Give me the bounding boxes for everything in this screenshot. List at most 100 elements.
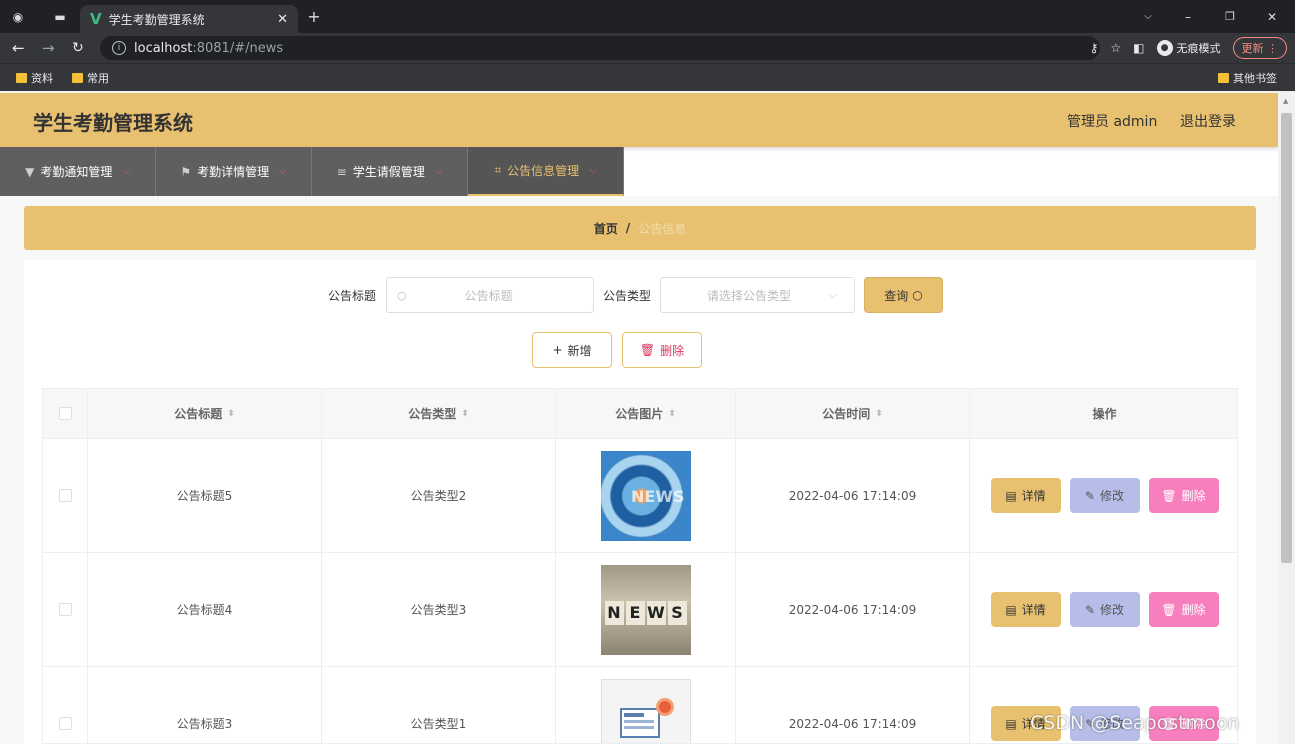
detail-button[interactable]: ▤ 详情	[990, 592, 1061, 627]
window-close-icon[interactable]: ✕	[1264, 0, 1280, 33]
back-icon[interactable]: ←	[12, 33, 25, 63]
sort-icon[interactable]: ⬍	[227, 409, 235, 419]
bookmark-label: 资料	[31, 72, 53, 85]
sidebar-icon[interactable]: ◧	[1133, 41, 1144, 55]
delete-label: 删除	[1181, 603, 1206, 617]
address-bar: ← → ↻ i localhost:8081/#/news ⚷ ☆ ◧ ● 无痕…	[0, 33, 1295, 63]
breadcrumb-separator: /	[625, 221, 631, 235]
cell-image: N E W S	[556, 553, 736, 666]
column-label: 公告类型	[408, 407, 457, 421]
delete-button[interactable]: 🗑 删除	[1148, 478, 1219, 513]
new-tab-icon[interactable]: +	[306, 0, 322, 33]
type-select-label: 公告类型	[603, 289, 652, 303]
app-title: 学生考勤管理系统	[33, 111, 193, 135]
cell-type: 公告类型1	[322, 667, 556, 743]
news-blocks-image[interactable]: N E W S	[600, 564, 691, 655]
query-button[interactable]: 查询 ○	[864, 277, 943, 313]
forward-icon[interactable]: →	[42, 33, 55, 63]
edit-button[interactable]: ✎ 修改	[1069, 478, 1140, 513]
document-icon: ▤	[1005, 602, 1017, 617]
notice-icon: ▼	[25, 164, 35, 179]
folder-icon	[1218, 73, 1229, 83]
sort-icon[interactable]: ⬍	[461, 409, 469, 419]
batch-delete-button[interactable]: 🗑 删除	[622, 332, 702, 368]
page-scrollbar[interactable]: ▲	[1278, 93, 1295, 744]
search-form: 公告标题 ○ 公告标题 公告类型 请选择公告类型 ⌵ 查询 ○	[0, 277, 1278, 313]
image-lettering: NEWS	[631, 486, 685, 506]
tab-search-icon[interactable]: ▬	[50, 0, 70, 33]
cell-title: 公告标题3	[88, 667, 322, 743]
menu-item-announcement[interactable]: ⌗ 公告信息管理 ⌵	[468, 147, 624, 196]
chevron-down-icon: ⌵	[279, 166, 287, 177]
edit-button[interactable]: ✎ 修改	[1069, 592, 1140, 627]
bookmark-folder-1[interactable]: 资料	[16, 64, 53, 92]
sort-icon[interactable]: ⬍	[875, 409, 883, 419]
restore-icon[interactable]: ❐	[1222, 0, 1238, 33]
column-label: 公告标题	[174, 407, 223, 421]
chevron-down-icon: ⌵	[122, 166, 130, 177]
column-header-type[interactable]: 公告类型 ⬍	[322, 389, 556, 438]
cell-actions: ▤ 详情 ✎ 修改 🗑 删除	[970, 553, 1237, 666]
column-header-title[interactable]: 公告标题 ⬍	[88, 389, 322, 438]
tab-close-icon[interactable]: ✕	[277, 12, 288, 27]
search-icon: ○	[912, 288, 923, 302]
pencil-icon: ✎	[1084, 488, 1096, 503]
cell-title: 公告标题4	[88, 553, 322, 666]
table-row: 公告标题4 公告类型3 N E W S 2022-04-06 17:14:09 …	[43, 553, 1237, 667]
delete-button[interactable]: 🗑 删除	[1148, 592, 1219, 627]
minimize-icon[interactable]: –	[1180, 0, 1196, 33]
flag-icon: ⚑	[180, 164, 192, 179]
folder-icon	[16, 73, 27, 83]
scrollbar-thumb[interactable]	[1281, 113, 1292, 563]
bookmark-folder-2[interactable]: 常用	[72, 64, 109, 92]
chevron-down-icon: ⌵	[589, 165, 597, 176]
news-illustration-image[interactable]	[600, 678, 691, 743]
add-button[interactable]: + 新增	[532, 332, 612, 368]
column-label: 公告图片	[615, 407, 664, 421]
row-checkbox[interactable]	[58, 603, 72, 616]
menu-item-attendance-detail[interactable]: ⚑ 考勤详情管理 ⌵	[156, 147, 312, 196]
scroll-up-icon[interactable]: ▲	[1283, 97, 1288, 105]
row-checkbox[interactable]	[58, 489, 72, 502]
column-header-image[interactable]: 公告图片 ⬍	[556, 389, 736, 438]
title-search-label: 公告标题	[328, 289, 377, 303]
chevron-down-icon: ⌵	[434, 166, 443, 177]
incognito-indicator[interactable]: ● 无痕模式	[1156, 40, 1221, 56]
column-label: 公告时间	[822, 407, 871, 421]
bookmark-label: 常用	[87, 72, 109, 85]
cell-actions: ▤ 详情 ✎ 修改 🗑 删除	[970, 439, 1237, 552]
bookmark-star-icon[interactable]: ☆	[1110, 41, 1121, 55]
site-info-icon[interactable]: i	[112, 41, 126, 55]
row-checkbox[interactable]	[58, 717, 72, 730]
select-all-cell	[43, 389, 88, 438]
browser-tab[interactable]: V 学生考勤管理系统 ✕	[80, 5, 298, 33]
type-select[interactable]: 请选择公告类型 ⌵	[660, 277, 855, 313]
browser-menu-icon[interactable]: ◉	[8, 0, 28, 33]
update-button[interactable]: 更新 ⋮	[1232, 37, 1287, 59]
other-bookmarks[interactable]: 其他书签	[1218, 64, 1277, 92]
column-label: 操作	[1092, 407, 1117, 421]
url-field[interactable]: i localhost:8081/#/news	[100, 36, 1100, 60]
detail-button[interactable]: ▤ 详情	[990, 478, 1061, 513]
menu-item-student-leave[interactable]: ≡ 学生请假管理 ⌵	[312, 147, 468, 196]
logout-link[interactable]: 退出登录	[1180, 111, 1236, 131]
reload-icon[interactable]: ↻	[72, 33, 84, 63]
key-icon[interactable]: ⚷	[1090, 41, 1099, 55]
menu-item-attendance-notice[interactable]: ▼ 考勤通知管理 ⌵	[0, 147, 156, 196]
tab-list-icon[interactable]: ⌵	[1140, 0, 1156, 33]
list-icon: ≡	[336, 164, 347, 179]
column-header-time[interactable]: 公告时间 ⬍	[736, 389, 970, 438]
select-all-checkbox[interactable]	[58, 407, 72, 420]
edit-label: 修改	[1100, 489, 1125, 503]
query-label: 查询	[884, 288, 909, 303]
breadcrumb-home[interactable]: 首页	[594, 220, 618, 237]
cell-type: 公告类型3	[322, 553, 556, 666]
sort-icon[interactable]: ⬍	[668, 409, 676, 419]
crop-icon: ⌗	[494, 163, 502, 177]
search-icon: ○	[397, 288, 407, 302]
news-globe-image[interactable]: NEWS	[600, 450, 691, 541]
title-search-input[interactable]: ○ 公告标题	[386, 277, 594, 313]
table-row: 公告标题5 公告类型2 NEWS 2022-04-06 17:14:09 ▤ 详情…	[43, 439, 1237, 553]
document-icon: ▤	[1005, 716, 1017, 731]
document-icon: ▤	[1005, 488, 1017, 503]
